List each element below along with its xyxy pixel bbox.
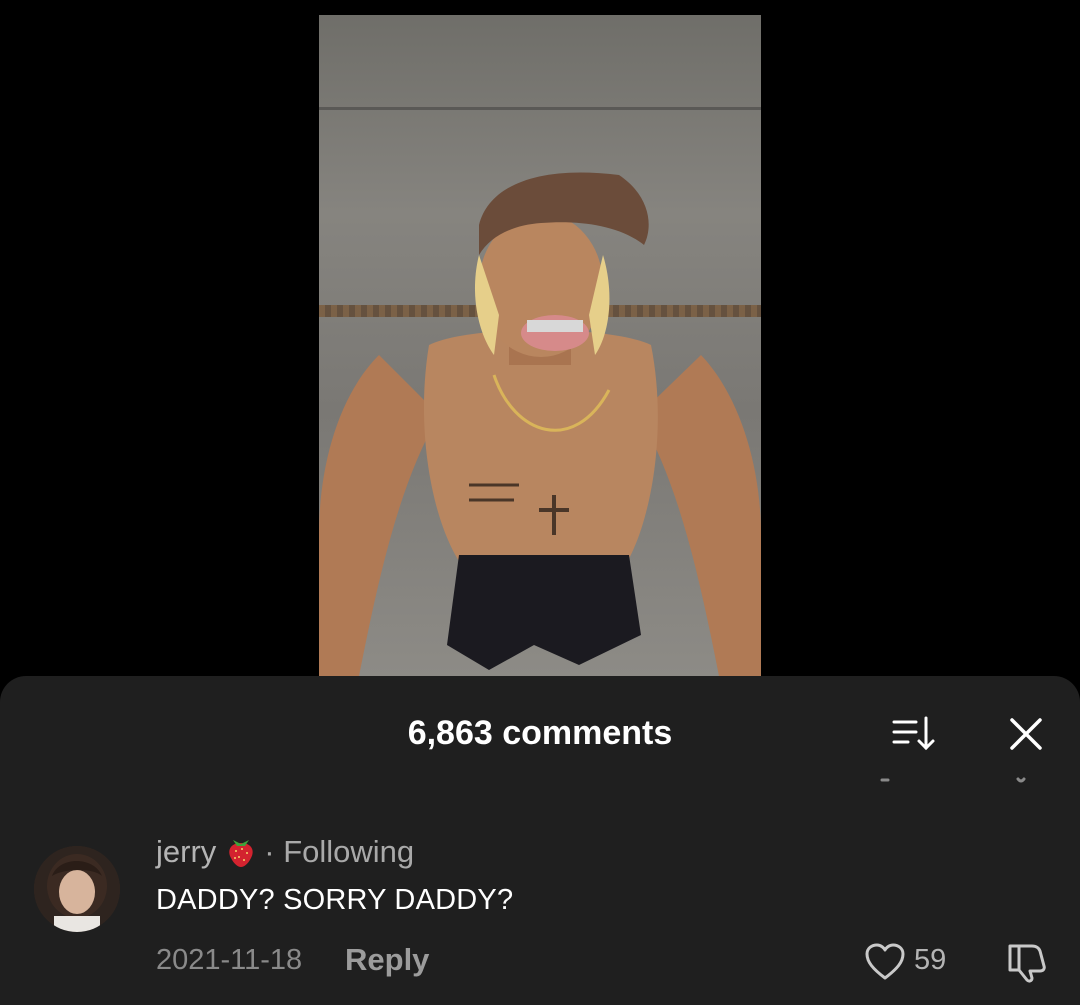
close-icon[interactable] [1006,714,1046,754]
comment-header: jerry · Following [156,834,414,870]
video-frame-image [319,172,761,676]
reply-button[interactable]: Reply [345,942,429,978]
strawberry-icon [229,840,253,867]
comment-username[interactable]: jerry [156,834,216,869]
comment-text: DADDY? SORRY DADDY? [156,884,514,916]
heart-icon[interactable] [863,942,907,982]
tick-mark [1016,777,1026,783]
tick-mark [880,778,890,782]
thumbs-down-icon[interactable] [1004,940,1048,984]
comments-sheet: 6,863 comments jerry · Following DADDY? … [0,676,1080,1005]
avatar-image [34,846,120,932]
comment-date: 2021-11-18 [156,944,303,976]
sort-icon[interactable] [890,714,938,754]
video-player[interactable] [319,15,761,676]
avatar[interactable] [34,846,120,932]
following-label: · Following [264,834,415,869]
like-count: 59 [914,944,947,976]
comment-item: jerry · Following DADDY? SORRY DADDY? 20… [0,816,1080,1005]
